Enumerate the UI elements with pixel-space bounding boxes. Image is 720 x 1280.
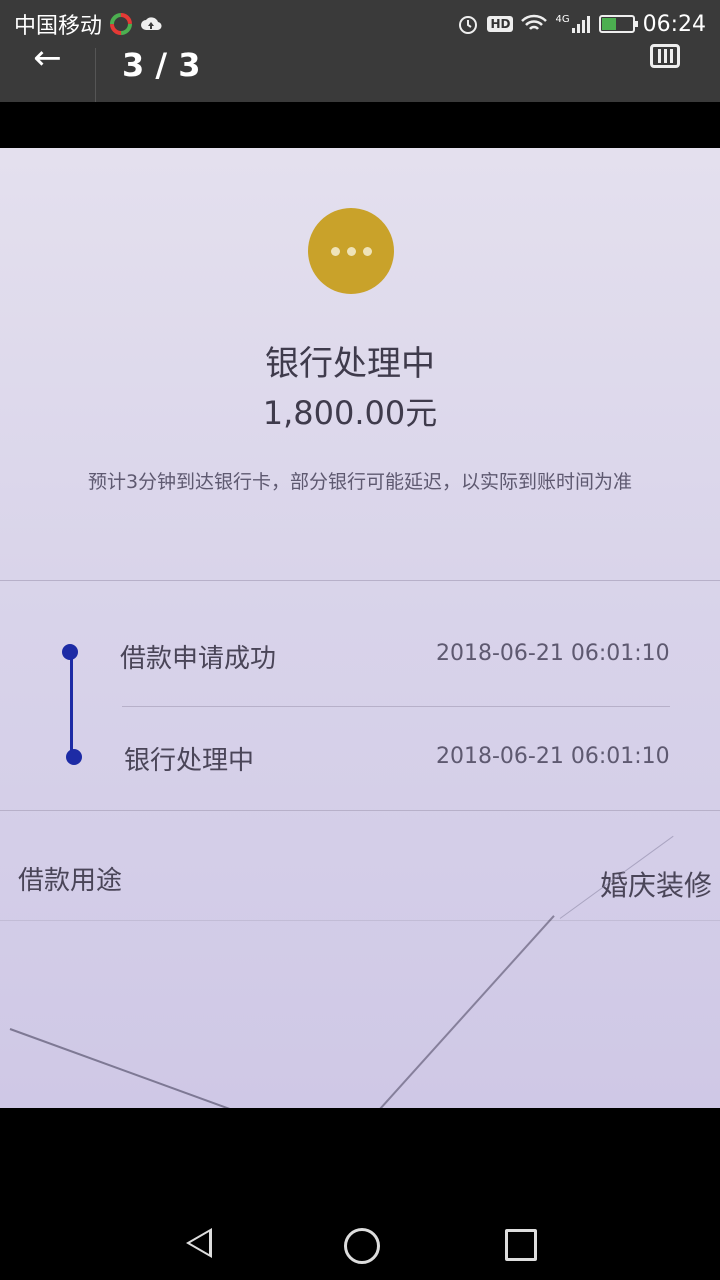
timeline-divider	[122, 706, 670, 707]
status-bar: 中国移动 HD 4G 06:24	[0, 0, 720, 48]
screen-crack	[379, 915, 555, 1108]
timeline-step-label: 银行处理中	[124, 746, 255, 776]
timeline-step-label: 借款申请成功	[120, 644, 277, 674]
ellipsis-dot	[346, 246, 356, 256]
timeline-step-time: 2018-06-21 06:01:10	[436, 744, 670, 769]
photo-image: 银行处理中 1,800.00元 预计3分钟到达银行卡，部分银行可能延迟，以实际到…	[0, 148, 720, 1108]
signal-icon: 4G	[555, 14, 590, 34]
ellipsis-dot	[362, 246, 372, 256]
loan-purpose-value: 婚庆装修	[599, 869, 712, 902]
back-button[interactable]: ←	[0, 38, 96, 102]
hd-badge: HD	[487, 16, 514, 32]
network-type: 4G	[555, 14, 570, 25]
divider	[0, 920, 720, 921]
grid-view-button[interactable]	[650, 44, 680, 68]
processing-icon	[308, 208, 394, 294]
timeline-dot	[66, 749, 82, 765]
timeline-connector	[70, 653, 73, 757]
screen-crack	[9, 1028, 349, 1108]
clock: 06:24	[642, 11, 706, 37]
timeline-dot	[62, 644, 78, 660]
loan-amount: 1,800.00元	[262, 394, 438, 432]
wifi-icon	[521, 14, 548, 34]
nav-home-icon[interactable]	[344, 1228, 380, 1264]
alarm-icon	[457, 13, 479, 35]
status-bar-left: 中国移动	[14, 8, 162, 40]
page-counter: 3 / 3	[122, 46, 201, 84]
divider	[0, 810, 720, 811]
arrival-note: 预计3分钟到达银行卡，部分银行可能延迟，以实际到账时间为准	[87, 471, 633, 493]
divider	[0, 580, 720, 581]
ellipsis-dot	[330, 246, 340, 256]
app-notification-icon	[110, 13, 133, 35]
grid-view-icon-bar	[663, 49, 667, 63]
viewer-toolbar: ← 3 / 3	[0, 38, 720, 102]
timeline-step-time: 2018-06-21 06:01:10	[436, 641, 670, 666]
arrow-left-icon: ←	[33, 38, 62, 78]
nav-back-icon[interactable]	[186, 1228, 212, 1258]
navigation-bar	[0, 1200, 720, 1280]
status-title: 银行处理中	[265, 344, 435, 384]
loan-purpose-label: 借款用途	[18, 866, 123, 896]
status-bar-right: HD 4G 06:24	[457, 12, 706, 37]
nav-recents-icon[interactable]	[505, 1229, 537, 1261]
cloud-upload-icon	[140, 16, 162, 32]
grid-view-icon-bar	[669, 49, 673, 63]
battery-level-fill	[601, 18, 616, 30]
battery-icon	[598, 15, 638, 33]
grid-view-icon-bar	[657, 49, 661, 63]
carrier-name: 中国移动	[14, 14, 103, 39]
